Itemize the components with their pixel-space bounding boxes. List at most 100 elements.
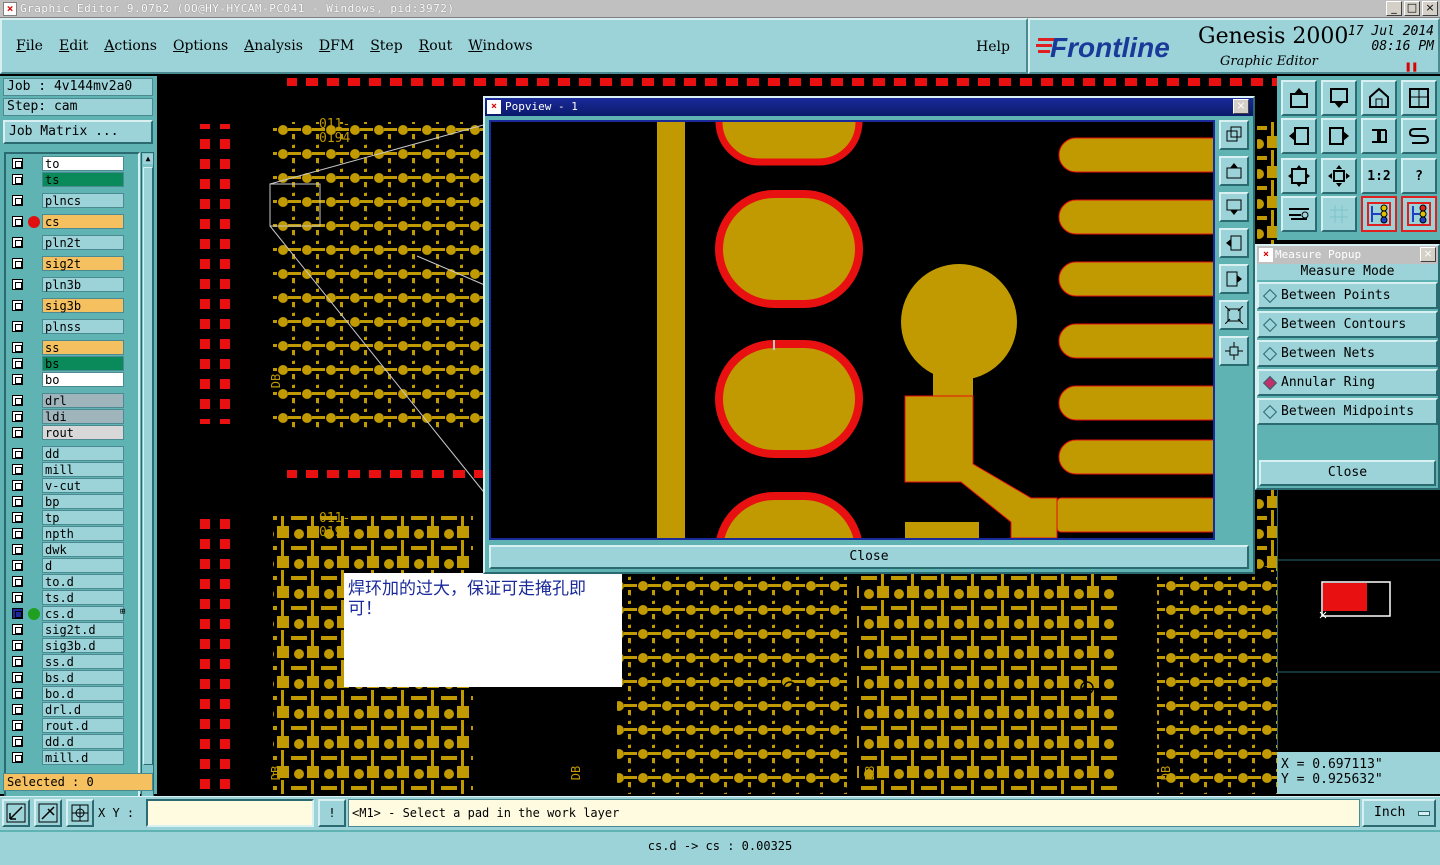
layer-name[interactable]: ts.d xyxy=(42,590,124,605)
layer-row-ss.d[interactable]: ss.d xyxy=(8,654,138,670)
layer-name[interactable]: bs xyxy=(42,356,124,371)
layer-checkbox[interactable] xyxy=(12,321,23,332)
layer-row-v-cut[interactable]: v-cut xyxy=(8,478,138,494)
layer-row-sig2t.d[interactable]: sig2t.d xyxy=(8,622,138,638)
layer-checkbox[interactable] xyxy=(12,358,23,369)
layer-row-npth[interactable]: npth xyxy=(8,526,138,542)
layer-name[interactable]: to.d xyxy=(42,574,124,589)
layer-name[interactable]: bo.d xyxy=(42,686,124,701)
layer-checkbox[interactable] xyxy=(12,448,23,459)
popview-pan-left-icon[interactable] xyxy=(1219,228,1249,258)
layer-name[interactable]: bs.d xyxy=(42,670,124,685)
pan-up-icon[interactable] xyxy=(1281,80,1317,116)
layer-name[interactable]: mill xyxy=(42,462,124,477)
snap-icon[interactable] xyxy=(2,799,30,827)
overview-canvas[interactable] xyxy=(1278,490,1440,750)
pan-right-icon[interactable] xyxy=(1321,118,1357,154)
menu-dfm[interactable]: DFM xyxy=(319,38,354,54)
layer-name[interactable]: ss xyxy=(42,340,124,355)
layer-checkbox[interactable] xyxy=(12,656,23,667)
scroll-up-icon[interactable]: ▲ xyxy=(143,154,153,164)
layer-scrollbar[interactable]: ▲ ▼ xyxy=(141,152,154,844)
layer-row-drl[interactable]: drl xyxy=(8,393,138,409)
layer-row-plnss[interactable]: plnss xyxy=(8,319,138,335)
menu-windows[interactable]: Windows xyxy=(468,38,532,54)
layer-name[interactable]: d xyxy=(42,558,124,573)
layer-name[interactable]: to xyxy=(42,156,124,171)
popview-pan-up-icon[interactable] xyxy=(1219,156,1249,186)
layer-checkbox[interactable] xyxy=(12,158,23,169)
alert-button[interactable]: ! xyxy=(318,799,346,827)
layer-name[interactable]: drl.d xyxy=(42,702,124,717)
layer-row-mill[interactable]: mill xyxy=(8,462,138,478)
layer-checkbox[interactable] xyxy=(12,195,23,206)
layer-row-rout.d[interactable]: rout.d xyxy=(8,718,138,734)
popview-canvas[interactable] xyxy=(489,120,1215,540)
layer-row-ts.d[interactable]: ts.d xyxy=(8,590,138,606)
layer-checkbox[interactable] xyxy=(12,174,23,185)
popview-zoom-fit-icon[interactable] xyxy=(1219,300,1249,330)
home-view-icon[interactable] xyxy=(1361,80,1397,116)
layer-name[interactable]: sig2t xyxy=(42,256,124,271)
layer-checkbox[interactable] xyxy=(12,395,23,406)
layer-name[interactable]: npth xyxy=(42,526,124,541)
popview-close-x[interactable]: × xyxy=(1233,99,1249,114)
layer-checkbox[interactable] xyxy=(12,640,23,651)
snap-off-icon[interactable] xyxy=(34,799,62,827)
measure-between-midpoints[interactable]: Between Midpoints xyxy=(1257,398,1438,425)
menu-step[interactable]: Step xyxy=(370,38,402,54)
layer-checkbox[interactable] xyxy=(12,720,23,731)
layer-name[interactable]: pln3b xyxy=(42,277,124,292)
measure-titlebar[interactable]: × Measure Popup × xyxy=(1257,246,1438,264)
layer-row-sig3b[interactable]: sig3b xyxy=(8,298,138,314)
scale-button[interactable]: 1:2 xyxy=(1361,158,1397,194)
layer-name[interactable]: sig3b.d xyxy=(42,638,124,653)
measure-close-button[interactable]: Close xyxy=(1259,460,1436,486)
layer-row-d[interactable]: d xyxy=(8,558,138,574)
layer-row-ts[interactable]: ts xyxy=(8,172,138,188)
netlist-icon[interactable] xyxy=(1361,196,1397,232)
layer-name[interactable]: mill.d xyxy=(42,750,124,765)
layer-row-to[interactable]: to xyxy=(8,156,138,172)
layer-checkbox[interactable] xyxy=(12,752,23,763)
layer-checkbox[interactable] xyxy=(12,688,23,699)
layer-checkbox[interactable] xyxy=(12,237,23,248)
layer-row-cs[interactable]: cs xyxy=(8,214,138,230)
layer-row-dwk[interactable]: dwk xyxy=(8,542,138,558)
close-button[interactable]: × xyxy=(1422,1,1438,16)
layer-name[interactable]: sig2t.d xyxy=(42,622,124,637)
layer-name[interactable]: drl xyxy=(42,393,124,408)
layer-row-bo.d[interactable]: bo.d xyxy=(8,686,138,702)
layer-name[interactable]: ldi xyxy=(42,409,124,424)
maximize-button[interactable]: □ xyxy=(1404,1,1420,16)
layer-checkbox[interactable] xyxy=(12,279,23,290)
grid-icon[interactable] xyxy=(1321,196,1357,232)
layer-row-plncs[interactable]: plncs xyxy=(8,193,138,209)
layer-checkbox[interactable] xyxy=(12,736,23,747)
layer-name[interactable]: pln2t xyxy=(42,235,124,250)
layer-row-sig2t[interactable]: sig2t xyxy=(8,256,138,272)
net-analyzer-icon[interactable] xyxy=(1401,196,1437,232)
layer-name[interactable]: dwk xyxy=(42,542,124,557)
layer-row-bo[interactable]: bo xyxy=(8,372,138,388)
layer-checkbox[interactable] xyxy=(12,512,23,523)
layer-row-ldi[interactable]: ldi xyxy=(8,409,138,425)
layer-checkbox[interactable] xyxy=(12,608,23,619)
layer-checkbox[interactable] xyxy=(12,464,23,475)
layer-row-dd.d[interactable]: dd.d xyxy=(8,734,138,750)
pan-left-icon[interactable] xyxy=(1281,118,1317,154)
layer-checkbox[interactable] xyxy=(12,576,23,587)
popview-close-button[interactable]: Close xyxy=(489,545,1249,569)
layer-checkbox[interactable] xyxy=(12,342,23,353)
layer-checkbox[interactable] xyxy=(12,300,23,311)
menu-rout[interactable]: Rout xyxy=(419,38,453,54)
layer-row-cs.d[interactable]: cs.d ⊞ xyxy=(8,606,138,622)
window-view-icon[interactable] xyxy=(1401,80,1437,116)
grid-snap-icon[interactable] xyxy=(66,799,94,827)
layer-checkbox[interactable] xyxy=(12,411,23,422)
layer-row-bs.d[interactable]: bs.d xyxy=(8,670,138,686)
layer-checkbox[interactable] xyxy=(12,624,23,635)
layer-checkbox[interactable] xyxy=(12,374,23,385)
popview-titlebar[interactable]: × Popview - 1 × xyxy=(485,98,1253,116)
popview-pcb-zoom[interactable] xyxy=(491,122,1213,538)
